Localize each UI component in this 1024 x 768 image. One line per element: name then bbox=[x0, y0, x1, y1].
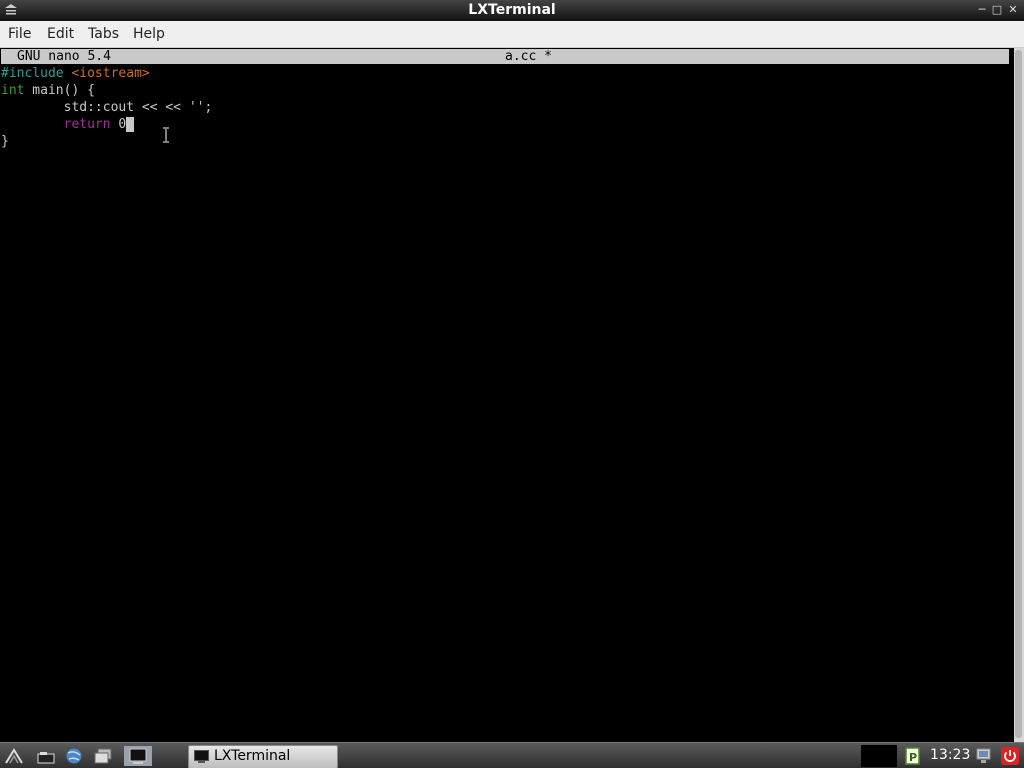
network-icon[interactable] bbox=[974, 747, 994, 765]
scrollbar-thumb[interactable] bbox=[1015, 50, 1022, 738]
menu-edit[interactable]: Edit bbox=[47, 26, 74, 42]
code-line-3: std::cout << << ''; bbox=[1, 100, 213, 115]
start-menu-icon[interactable] bbox=[4, 747, 24, 765]
ibeam-cursor-icon bbox=[163, 127, 169, 143]
include-directive: #include bbox=[1, 66, 64, 81]
close-icon[interactable]: ✕ bbox=[1006, 3, 1020, 17]
task-lxterminal-button[interactable]: LXTerminal bbox=[188, 745, 338, 768]
text-cursor bbox=[126, 117, 135, 132]
maximize-icon[interactable]: □ bbox=[990, 3, 1004, 17]
code-line-4: return 0 bbox=[1, 116, 135, 133]
minimize-icon[interactable]: ─ bbox=[975, 3, 989, 17]
taskbar: LXTerminal P 13:23 bbox=[0, 742, 1024, 768]
include-header: <iostream> bbox=[71, 66, 150, 81]
code-line-5: } bbox=[1, 134, 9, 149]
menu-bar: File Edit Tabs Help bbox=[0, 21, 1024, 48]
power-icon[interactable] bbox=[1000, 747, 1020, 765]
screen: LXTerminal ─ □ ✕ File Edit Tabs Help GNU… bbox=[0, 0, 1024, 768]
browser-icon[interactable] bbox=[64, 747, 84, 765]
pdf-icon[interactable]: P bbox=[902, 747, 922, 765]
terminal-launcher-icon[interactable] bbox=[124, 746, 152, 766]
terminal-icon bbox=[194, 750, 209, 763]
window-titlebar[interactable]: LXTerminal ─ □ ✕ bbox=[0, 0, 1024, 21]
task-label: LXTerminal bbox=[214, 748, 291, 764]
window-title: LXTerminal bbox=[468, 2, 556, 18]
nano-version: GNU nano 5.4 bbox=[17, 49, 111, 64]
tray-blank-area bbox=[861, 745, 897, 767]
code-line-1: #include <iostream> bbox=[1, 65, 150, 82]
type-keyword: int bbox=[1, 83, 25, 98]
terminal-area[interactable]: GNU nano 5.4 a.cc * #include <iostream> … bbox=[0, 48, 1014, 742]
nano-header-bar: GNU nano 5.4 a.cc * bbox=[1, 49, 1009, 64]
svg-text:P: P bbox=[909, 751, 917, 764]
show-desktop-icon[interactable] bbox=[93, 747, 113, 765]
file-manager-icon[interactable] bbox=[36, 747, 56, 765]
menu-help[interactable]: Help bbox=[133, 26, 165, 42]
return-keyword: return bbox=[63, 117, 111, 132]
terminal-scrollbar[interactable] bbox=[1014, 48, 1024, 742]
main-signature: main() { bbox=[24, 83, 95, 98]
nano-filename: a.cc * bbox=[505, 49, 552, 64]
clock[interactable]: 13:23 bbox=[930, 747, 970, 763]
menu-file[interactable]: File bbox=[8, 26, 31, 42]
return-value: 0 bbox=[110, 117, 127, 132]
code-line-2: int main() { bbox=[1, 82, 95, 99]
menu-tabs[interactable]: Tabs bbox=[88, 26, 119, 42]
